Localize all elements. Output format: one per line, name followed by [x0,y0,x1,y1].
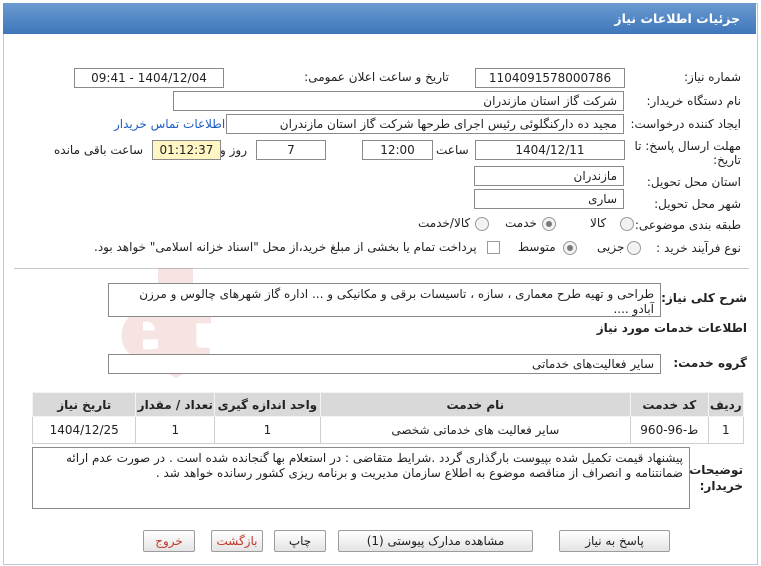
page-title: جزئیات اطلاعات نیاز [614,11,740,26]
cell-need-date: 1404/12/25 [31,416,137,444]
category-option-service: خدمت [505,216,537,230]
need-number-label: شماره نیاز: [684,70,741,84]
process-option-minor: جزیی [597,240,625,254]
announce-label: تاریخ و ساعت اعلان عمومی: [304,70,449,84]
deadline-label-2: تاریخ: [713,153,741,167]
days-field: 7 [256,140,326,160]
cell-quantity: 1 [135,416,216,444]
print-button[interactable]: چاپ [274,530,326,552]
category-option-goods-service: کالا/خدمت [418,216,471,230]
buyer-org-field: شرکت گاز استان مازندران [173,91,624,111]
buyer-notes-field[interactable]: پیشنهاد قیمت تکمیل شده بپیوست بارگذاری گ… [32,447,690,509]
col-unit: واحد اندازه گیری [214,392,321,417]
reply-button[interactable]: پاسخ به نیاز [559,530,670,552]
province-field: مازندران [474,166,624,186]
deadline-time-field: 12:00 [362,140,433,160]
time-label: ساعت [436,143,469,157]
back-button[interactable]: بازگشت [211,530,263,552]
cell-service-code: ط-96-960 [630,416,709,444]
requester-label: ایجاد کننده درخواست: [630,117,741,131]
table-row: 1 ط-96-960 سایر فعالیت های خدماتی شخصی 1… [31,416,745,444]
cell-unit: 1 [214,416,321,444]
service-group-label: گروه خدمت: [673,356,747,370]
requester-field: مجید ده دارکنگلوئی رئیس اجرای طرحها شرکت… [226,114,624,134]
col-service-code: کد خدمت [630,392,709,417]
category-radio-goods-service[interactable] [475,217,489,231]
payment-note: پرداخت تمام یا بخشی از مبلغ خرید،از محل … [94,240,477,254]
summary-label: شرح کلی نیاز: [661,291,747,305]
city-field: ساری [474,189,624,209]
exit-button[interactable]: خروج [143,530,195,552]
services-section-title: اطلاعات خدمات مورد نیاز [596,321,747,335]
services-table: ردیف کد خدمت نام خدمت واحد اندازه گیری ت… [31,392,745,444]
col-service-name: نام خدمت [319,392,632,417]
buyer-org-label: نام دستگاه خریدار: [646,94,742,108]
need-number-field: 1104091578000786 [475,68,625,88]
col-row-number: ردیف [707,392,745,417]
process-radio-medium[interactable] [563,241,577,255]
col-quantity: تعداد / مقدار [135,392,216,417]
category-radio-service[interactable] [542,217,556,231]
category-option-goods: کالا [590,216,607,230]
buyer-notes-label-2: خریدار: [699,479,743,493]
process-option-medium: متوسط [518,240,556,254]
remaining-label: ساعت باقی مانده [54,143,144,157]
attachments-button[interactable]: مشاهده مدارک پیوستی (1) [338,530,533,552]
city-label: شهر محل تحویل: [654,197,741,211]
header-bar: جزئیات اطلاعات نیاز [3,3,756,34]
category-label: طبقه بندی موضوعی: [634,218,741,232]
cell-service-name: سایر فعالیت های خدماتی شخصی [319,416,632,444]
col-need-date: تاریخ نیاز [31,392,137,417]
buyer-contact-link[interactable]: اطلاعات تماس خریدار [114,117,225,131]
service-group-field: سایر فعالیت‌های خدماتی [108,354,661,374]
process-radio-minor[interactable] [627,241,641,255]
remaining-time-field: 01:12:37 [152,140,221,160]
table-header-row: ردیف کد خدمت نام خدمت واحد اندازه گیری ت… [31,392,745,417]
announce-field: 1404/12/04 - 09:41 [74,68,224,88]
province-label: استان محل تحویل: [646,175,741,189]
process-label: نوع فرآیند خرید : [656,241,741,255]
treasury-checkbox[interactable] [487,241,500,254]
summary-field: طراحی و تهیه طرح معماری ، سازه ، تاسیسات… [108,283,661,317]
days-label: روز و [220,143,247,157]
deadline-date-field: 1404/12/11 [475,140,625,160]
deadline-label: مهلت ارسال پاسخ: تا [634,139,741,153]
cell-row-number: 1 [707,416,745,444]
buyer-notes-label: توضیحات [689,463,743,477]
category-radio-goods[interactable] [620,217,634,231]
divider [14,268,749,269]
